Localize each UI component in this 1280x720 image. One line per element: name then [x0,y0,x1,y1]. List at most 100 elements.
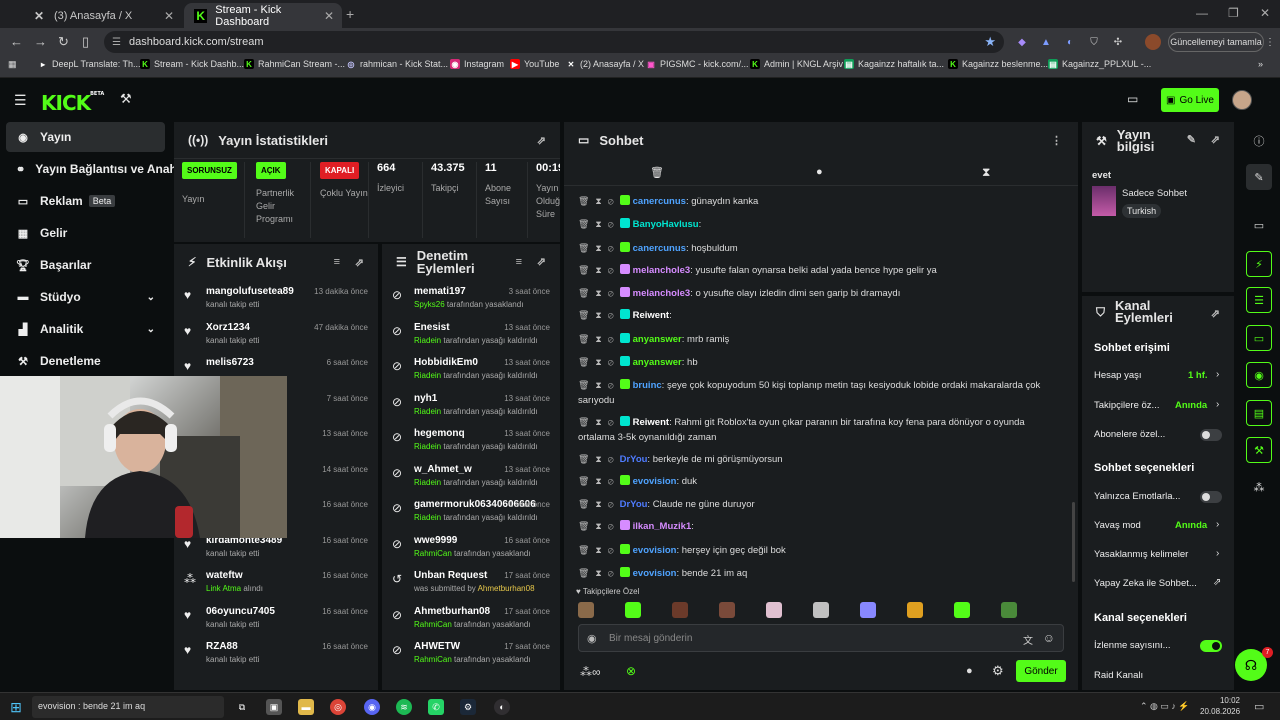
bookmark-item[interactable]: ▸ DeepL Translate: Th... [38,59,141,69]
chat-settings-icon[interactable]: ◉ [587,632,597,645]
hamburger-menu-icon[interactable]: ☰ [14,92,27,109]
bookmark-item[interactable]: ▤ Kagainzz haftalık ta... [844,59,944,69]
chat-input[interactable]: ◉ Bir mesaj gönderin 文 ☺ [578,624,1064,652]
chat-message[interactable]: 🗑︎⧗⊘ anyanswer: hb [578,355,1048,370]
emote-icon[interactable] [860,602,876,618]
bookmark-item[interactable]: ▶ YouTube [510,59,559,69]
chat-message[interactable]: 🗑︎⧗⊘DrYou: Claude ne güne duruyor [578,497,1048,512]
sidepanel-icon[interactable]: ▯ [82,34,89,50]
moderation-row[interactable]: ⊘ memati197 Spyks26 tarafından yasaklandı 3… [382,282,560,317]
chat-username[interactable]: evovision [633,545,677,556]
chat-bubble-icon[interactable]: ● [816,166,823,178]
chat-message[interactable]: 🗑︎⧗⊘ canercunus: günaydın kanka [578,194,1048,209]
chat-username[interactable]: DrYou [620,499,648,510]
chat-scrollbar[interactable] [1072,502,1075,582]
sidebar-item-stream-key[interactable]: ⚭Yayın Bağlantısı ve Anahtarı [6,154,178,184]
emote-icon[interactable] [625,602,641,618]
moderation-row[interactable]: ⊘ nyh1 Riadein tarafından yasağı kaldırıld… [382,389,560,424]
minimize-icon[interactable]: — [1196,6,1208,20]
menu-dots-icon[interactable]: ⋮ [1051,134,1062,147]
filter-icon[interactable]: ≡ [516,256,522,269]
kick-logo[interactable]: KICKBETA [41,91,104,115]
dashboard-switch-icon[interactable]: ▭ [1127,92,1138,106]
emote-icon[interactable] [813,602,829,618]
forward-icon[interactable]: → [34,34,47,49]
chat-icon[interactable]: ▭ [1246,325,1272,351]
moderation-row[interactable]: ⊘ HobbidikEm0 Riadein tarafından yasağı ka… [382,353,560,388]
trash-icon[interactable]: 🗑︎ [650,166,664,179]
sidebar-item-reklam[interactable]: ▭ Reklam Beta [6,186,165,216]
hourglass-icon[interactable]: ⧗ [982,165,990,180]
kicks-icon[interactable]: ⁂ [1246,474,1272,500]
mod-actions-icons[interactable]: 🗑︎⧗⊘ [578,288,620,298]
chat-message[interactable]: 🗑︎⧗⊘ bruinc: şeye çok kopuyodum 50 kişi t… [578,378,1048,408]
mod-actions-icons[interactable]: 🗑︎⧗⊘ [578,476,620,486]
list-icon[interactable]: ☰ [1246,287,1272,313]
moderation-row[interactable]: ⊘ Ahmetburhan08 RahmiCan tarafından yasakl… [382,602,560,637]
bookmark-item[interactable]: ▣ PIGSMC - kick.com/... [646,59,748,69]
mod-actions-icons[interactable]: 🗑︎⧗⊘ [578,499,620,509]
file-explorer-icon[interactable]: ▬ [298,699,314,715]
chevron-right-icon[interactable]: › [1216,548,1219,559]
apps-icon[interactable]: ▦ [8,59,17,70]
bookmark-item[interactable]: ✕ (2) Anasayfa / X [566,59,644,69]
moderation-row[interactable]: ⊘ gamermoruk06340606606 Riadein tarafından… [382,495,560,530]
popout-icon[interactable]: ⇗ [1211,134,1220,146]
followers-only-value[interactable]: Anında [1175,400,1207,411]
sidebar-item-studyo[interactable]: ▬ Stüdyo ⌄ [6,282,165,312]
mod-actions-icons[interactable]: 🗑︎⧗⊘ [578,334,620,344]
chat-username[interactable]: anyanswer [633,357,682,368]
go-live-button[interactable]: ▣ Go Live [1161,88,1219,112]
emote-icon[interactable] [907,602,923,618]
chat-username[interactable]: melanchole3 [633,265,691,276]
subscribers-only-toggle[interactable] [1200,429,1222,441]
moderation-row[interactable]: ⊘ wwe9999 RahmiCan tarafından yasaklandı 16… [382,531,560,566]
chat-username[interactable]: Reiwent [633,310,669,321]
mod-actions-icons[interactable]: 🗑︎⧗⊘ [578,521,620,531]
chat-username[interactable]: evovision [633,476,677,487]
tools-icon[interactable]: ⚒ [120,91,132,107]
chevron-right-icon[interactable]: › [1216,519,1219,530]
moderation-row[interactable]: ⊘ AHWETW RahmiCan tarafından yasaklandı 17 … [382,637,560,672]
bookmark-item[interactable]: K RahmiCan Stream -... [244,59,345,69]
mod-actions-icons[interactable]: 🗑︎⧗⊘ [578,454,620,464]
shield-icon[interactable]: ⛉ [1086,34,1102,50]
language-tag[interactable]: Turkish [1122,204,1162,218]
moderation-row[interactable]: ⊘ w_Ahmet_w Riadein tarafından yasağı kald… [382,460,560,495]
update-button[interactable]: Güncellemeyi tamamla [1168,32,1264,52]
gear-icon[interactable]: ⚙ [992,663,1004,679]
chat-username[interactable]: ilkan_Muzik1 [633,521,692,532]
maximize-icon[interactable]: ❐ [1228,6,1239,20]
chat-message[interactable]: 🗑︎⧗⊘ Reiwent: Rahmi git Roblox'ta oyun çı… [578,415,1048,445]
send-button[interactable]: Gönder [1016,660,1066,682]
profile-avatar[interactable] [1145,34,1161,50]
emotes-only-toggle[interactable] [1200,491,1222,503]
sidebar-item-analitik[interactable]: ▟ Analitik ⌄ [6,314,165,344]
dashboard-icon[interactable]: ▭ [1246,212,1272,238]
chat-message[interactable]: 🗑︎⧗⊘ evovision: bende 21 im aq [578,566,1048,581]
app-icon[interactable]: ▣ [266,699,282,715]
slow-mode-value[interactable]: Anında [1175,520,1207,531]
new-tab-button[interactable]: + [346,6,354,22]
url-input[interactable]: ☰ dashboard.kick.com/stream ★ [104,31,1004,53]
task-view-icon[interactable]: ⧉ [234,699,250,715]
category-thumbnail[interactable] [1092,186,1116,216]
chat-message[interactable]: 🗑︎⧗⊘ evovision: duk [578,474,1048,489]
viewer-count-toggle[interactable] [1200,640,1222,652]
emoji-icon[interactable]: ☺ [1043,631,1055,645]
steam-icon[interactable]: ⚙ [460,699,476,715]
filter-icon[interactable]: ≡ [334,256,340,268]
activity-row[interactable]: ⁂ wateftw Link Atma alındı 16 saat önce [174,566,378,601]
mod-actions-icons[interactable]: 🗑︎⧗⊘ [578,380,620,390]
spotify-icon[interactable]: ≋ [396,699,412,715]
mod-actions-icons[interactable]: 🗑︎⧗⊘ [578,545,620,555]
chat-username[interactable]: DrYou [620,454,648,465]
activity-row[interactable]: ♥ RZA88 kanalı takip etti 16 saat önce [174,637,378,672]
chat-message[interactable]: 🗑︎⧗⊘ evovision: herşey için geç değil bok [578,543,1048,558]
mod-actions-icons[interactable]: 🗑︎⧗⊘ [578,568,620,578]
chrome-icon[interactable]: ◎ [330,699,346,715]
extension-icon[interactable]: ▲ [1038,34,1054,50]
windows-start-icon[interactable]: ⊞ [8,699,24,715]
discord-icon[interactable]: ◉ [364,699,380,715]
chat-username[interactable]: melanchole3 [633,288,691,299]
